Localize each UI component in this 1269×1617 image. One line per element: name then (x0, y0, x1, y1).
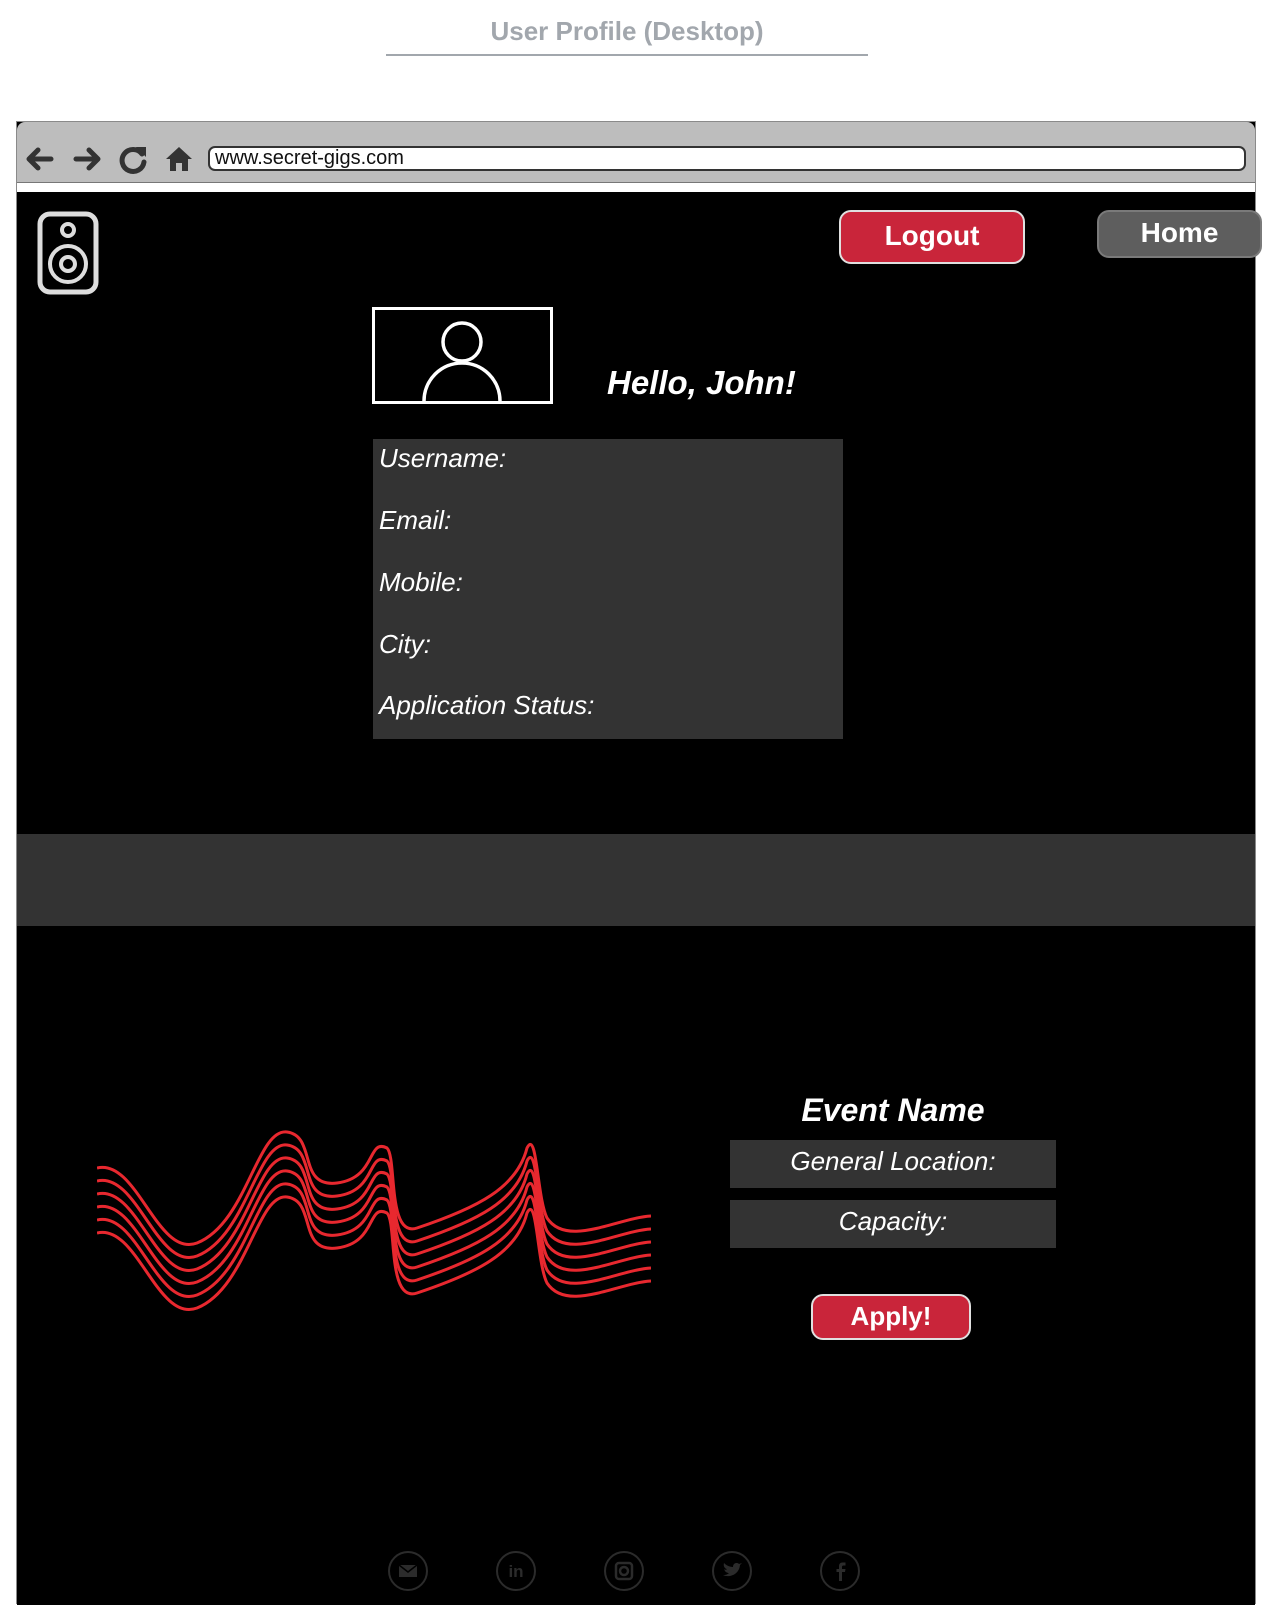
linkedin-icon[interactable]: in (495, 1550, 537, 1592)
home-icon[interactable] (163, 143, 195, 175)
section-divider-band (17, 834, 1255, 926)
username-label: Username: (379, 443, 507, 473)
instagram-icon[interactable] (603, 1550, 645, 1592)
profile-info-box: Username: Email: Mobile: City: Applicati… (373, 439, 843, 739)
page-title: User Profile (Desktop) (386, 14, 868, 56)
email-icon[interactable] (387, 1550, 429, 1592)
greeting: Hello, John! (607, 364, 796, 401)
browser-window: www.secret-gigs.com Logout Home Hello, J… (16, 121, 1262, 1605)
refresh-icon[interactable] (117, 143, 149, 175)
speaker-icon[interactable] (37, 211, 99, 295)
user-placeholder-icon (422, 321, 502, 402)
browser-toolbar: www.secret-gigs.com (17, 122, 1255, 183)
svg-text:in: in (508, 1562, 523, 1581)
sound-wave-image (97, 1130, 651, 1312)
event-name: Event Name (801, 1092, 985, 1128)
mobile-label: Mobile: (379, 567, 463, 597)
general-location-field: General Location: (730, 1140, 1056, 1188)
forward-arrow-icon[interactable] (72, 143, 104, 175)
email-label: Email: (379, 505, 452, 535)
city-label: City: (379, 629, 431, 659)
facebook-icon[interactable] (819, 1550, 861, 1592)
application-status-label: Application Status: (379, 690, 595, 720)
avatar (372, 307, 553, 404)
apply-button[interactable]: Apply! (811, 1294, 971, 1340)
home-button[interactable]: Home (1097, 210, 1262, 258)
back-arrow-icon[interactable] (23, 143, 55, 175)
page-content: Logout Home Hello, John! Username: Email… (17, 192, 1262, 1605)
url-bar[interactable]: www.secret-gigs.com (208, 146, 1246, 171)
twitter-icon[interactable] (711, 1550, 753, 1592)
capacity-field: Capacity: (730, 1200, 1056, 1248)
logout-button[interactable]: Logout (839, 210, 1025, 264)
